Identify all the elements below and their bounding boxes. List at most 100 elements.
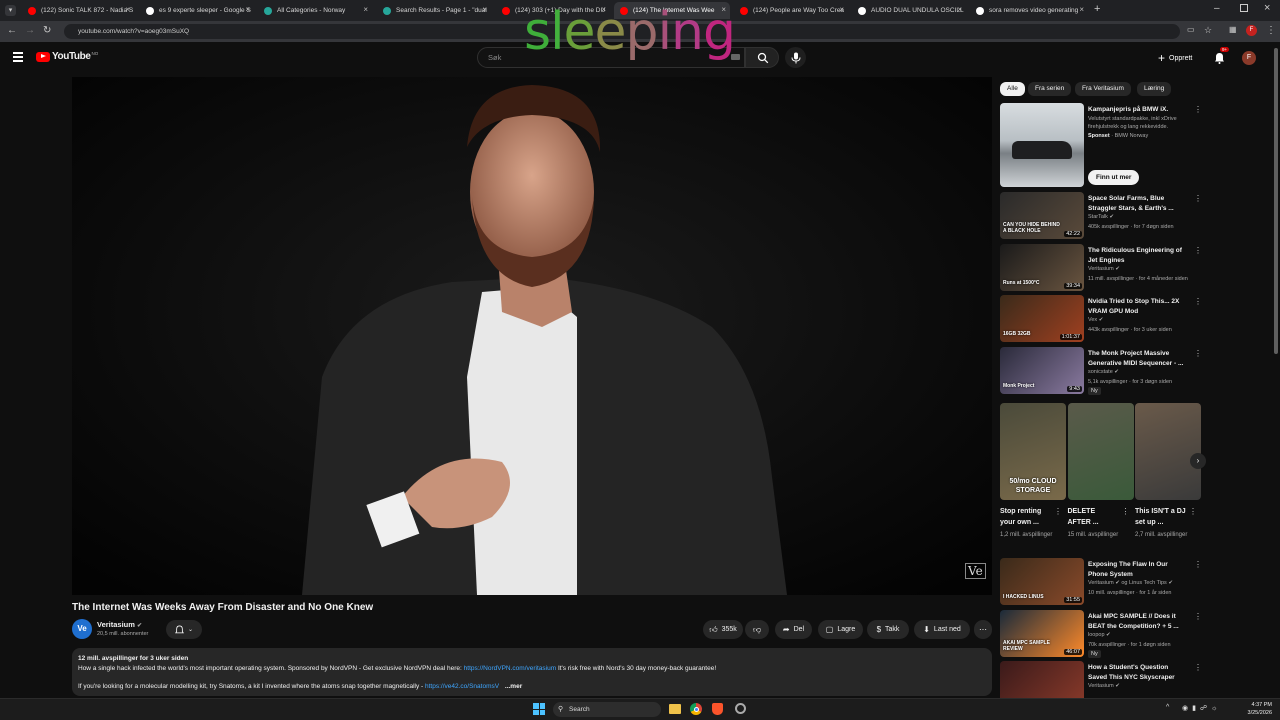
recommended-video[interactable]: 16GB 32GB 1:01:37 Nvidia Tried to Stop Thi… bbox=[1000, 295, 1202, 343]
channel-name[interactable]: StarTalk ✔ bbox=[1088, 212, 1114, 222]
more-options-icon[interactable]: ⋮ bbox=[1194, 560, 1202, 569]
browser-tab[interactable]: (122) Sonic TALK 872 - Nadia S × bbox=[22, 2, 134, 19]
video-player[interactable]: Ve bbox=[72, 77, 992, 595]
notifications-button[interactable]: 9+ bbox=[1214, 47, 1230, 69]
video-title[interactable]: The Ridiculous Engineering of Jet Engine… bbox=[1088, 246, 1188, 266]
short-title[interactable]: DELETE AFTER ... bbox=[1068, 506, 1120, 528]
more-options-icon[interactable]: ⋮ bbox=[1194, 297, 1202, 306]
account-avatar[interactable]: F bbox=[1242, 51, 1256, 65]
video-thumbnail[interactable]: AKAI MPC SAMPLE REVIEW 46:07 bbox=[1000, 609, 1084, 657]
browser-tab[interactable]: All Categories - Norway × bbox=[258, 2, 372, 19]
video-title[interactable]: How a Student's Question Saved This NYC … bbox=[1088, 663, 1188, 683]
reload-icon[interactable]: ↻ bbox=[43, 25, 51, 36]
close-icon[interactable]: × bbox=[839, 5, 844, 14]
chip-from-veritasium[interactable]: Fra Veritasium bbox=[1075, 82, 1131, 96]
video-title[interactable]: Space Solar Farms, Blue Straggler Stars,… bbox=[1088, 194, 1188, 214]
taskbar-search[interactable]: ⚲ Search bbox=[553, 702, 661, 717]
profile-avatar[interactable]: F bbox=[1246, 25, 1257, 36]
chip-from-series[interactable]: Fra serien bbox=[1028, 82, 1072, 96]
channel-name[interactable]: sonicstate ✔ bbox=[1088, 367, 1119, 377]
browser-tab[interactable]: sora removes video generating × bbox=[970, 2, 1088, 19]
chip-learning[interactable]: Læring bbox=[1137, 82, 1172, 96]
voice-search-button[interactable] bbox=[785, 47, 806, 68]
more-options-icon[interactable]: ⋮ bbox=[1194, 612, 1202, 621]
channel-name[interactable]: loopop ✔ bbox=[1088, 630, 1111, 640]
extensions-icon[interactable]: ▦ bbox=[1229, 25, 1237, 34]
video-thumbnail[interactable]: CAN YOU HIDE BEHIND A BLACK HOLE 42:22 bbox=[1000, 192, 1084, 239]
recommended-video[interactable]: CAN YOU HIDE BEHIND A BLACK HOLE 42:22 Spa… bbox=[1000, 192, 1202, 240]
short-thumbnail[interactable] bbox=[1067, 403, 1134, 500]
tray-icons[interactable]: ◉▮☍☼ bbox=[1182, 704, 1221, 712]
hamburger-menu-icon[interactable] bbox=[13, 52, 23, 62]
short-thumbnail[interactable] bbox=[1135, 403, 1201, 500]
more-options-icon[interactable]: ⋮ bbox=[1122, 507, 1130, 516]
tray-chevron-icon[interactable]: ^ bbox=[1166, 704, 1169, 711]
more-options-icon[interactable]: ⋮ bbox=[1194, 105, 1202, 114]
channel-name[interactable]: Vex ✔ bbox=[1088, 315, 1103, 325]
close-icon[interactable]: × bbox=[482, 5, 487, 14]
chrome-icon[interactable] bbox=[690, 703, 702, 715]
subscribe-bell-button[interactable]: ⌄ bbox=[166, 620, 202, 639]
short-card[interactable]: 50/mo CLOUD STORAGE Stop renting your own… bbox=[1000, 403, 1066, 553]
save-button[interactable]: ▢ Lagre bbox=[818, 620, 863, 639]
sponsored-ad[interactable]: Kampanjepris på BMW iX. Velutstyrt stand… bbox=[1000, 103, 1202, 187]
short-card[interactable]: This ISN'T a DJ set up ... 2,7 mill. avsp… bbox=[1135, 403, 1201, 553]
recommended-video[interactable]: Monk Project 9:43 The Monk Project Massive… bbox=[1000, 346, 1202, 395]
video-title[interactable]: Nvidia Tried to Stop This... 2X VRAM GPU… bbox=[1088, 297, 1188, 317]
sponsor-link[interactable]: https://NordVPN.com/veritasium bbox=[464, 665, 556, 672]
channel-name[interactable]: Veritasium ✔ bbox=[97, 620, 142, 629]
search-button[interactable] bbox=[745, 47, 779, 68]
forward-icon[interactable]: → bbox=[25, 25, 35, 36]
short-thumbnail[interactable]: 50/mo CLOUD STORAGE bbox=[1000, 403, 1066, 500]
recommended-video[interactable]: Runs at 1500°C 39:34 The Ridiculous Engine… bbox=[1000, 243, 1202, 292]
more-options-icon[interactable]: ⋮ bbox=[1194, 349, 1202, 358]
bookmark-star-icon[interactable]: ☆ bbox=[1204, 25, 1212, 36]
clock[interactable]: 4:37 PM 3/25/2026 bbox=[1240, 701, 1272, 717]
video-thumbnail[interactable]: Monk Project 9:43 bbox=[1000, 346, 1084, 394]
close-icon[interactable]: × bbox=[1079, 5, 1084, 14]
create-button[interactable]: + Opprett bbox=[1158, 50, 1192, 66]
new-tab-icon[interactable]: + bbox=[1094, 3, 1100, 15]
close-icon[interactable]: × bbox=[125, 5, 130, 14]
short-card[interactable]: DELETE AFTER ... 15 mill. avspillinger ⋮ bbox=[1067, 403, 1134, 553]
close-icon[interactable]: × bbox=[363, 5, 368, 14]
app-icon[interactable] bbox=[735, 703, 746, 714]
dislike-button[interactable]: 👎︎ bbox=[745, 620, 769, 639]
channel-name[interactable]: Veritasium ✔ bbox=[1088, 264, 1120, 274]
more-options-icon[interactable]: ⋮ bbox=[1054, 507, 1062, 516]
channel-name[interactable]: Veritasium ✔ bbox=[1088, 681, 1120, 691]
video-thumbnail[interactable]: 16GB 32GB 1:01:37 bbox=[1000, 295, 1084, 342]
short-title[interactable]: Stop renting your own ... bbox=[1000, 506, 1052, 528]
recommended-video[interactable]: AKAI MPC SAMPLE REVIEW 46:07 Akai MPC SAMP… bbox=[1000, 609, 1202, 658]
video-title[interactable]: Akai MPC SAMPLE // Does it BEAT the Comp… bbox=[1088, 612, 1188, 632]
channel-avatar[interactable]: Ve bbox=[72, 619, 92, 639]
minimize-icon[interactable]: – bbox=[1214, 3, 1220, 14]
browser-tab[interactable]: Search Results - Page 1 - "dual × bbox=[377, 2, 491, 19]
more-options-icon[interactable]: ⋮ bbox=[1194, 194, 1202, 203]
chip-all[interactable]: Alle bbox=[1000, 82, 1025, 96]
ad-thumbnail[interactable] bbox=[1000, 103, 1084, 187]
like-button[interactable]: 👍︎ 355k bbox=[703, 620, 743, 639]
video-thumbnail[interactable]: Runs at 1500°C 39:34 bbox=[1000, 243, 1084, 291]
shorts-next-button[interactable]: › bbox=[1190, 453, 1206, 469]
video-thumbnail[interactable]: I HACKED LINUS 31:55 bbox=[1000, 558, 1084, 605]
tab-search-icon[interactable]: ▾ bbox=[5, 5, 16, 16]
file-explorer-icon[interactable] bbox=[669, 704, 681, 714]
short-title[interactable]: This ISN'T a DJ set up ... bbox=[1135, 506, 1187, 528]
browser-tab[interactable]: AUDIO DUAL UNDULA OSCILL × bbox=[852, 2, 966, 19]
more-options-icon[interactable]: ⋮ bbox=[1189, 507, 1197, 516]
download-button[interactable]: ⬇ Last ned bbox=[914, 620, 970, 639]
show-more-button[interactable]: ...mer bbox=[505, 683, 522, 690]
browser-tab[interactable]: (124) People are Way Too Crea × bbox=[734, 2, 848, 19]
channel-name[interactable]: Veritasium ✔ og Linus Tech Tips ✔ bbox=[1088, 578, 1173, 588]
recommended-video[interactable]: I HACKED LINUS 31:55 Exposing The Flaw In … bbox=[1000, 558, 1202, 606]
more-options-icon[interactable]: ⋮ bbox=[1194, 663, 1202, 672]
start-button-icon[interactable] bbox=[533, 703, 545, 715]
browser-menu-icon[interactable]: ⋮ bbox=[1266, 25, 1276, 36]
window-close-icon[interactable]: × bbox=[1264, 2, 1270, 14]
thanks-button[interactable]: $ Takk bbox=[867, 620, 909, 639]
snatoms-link[interactable]: https://ve42.co/SnatomsV bbox=[425, 683, 499, 690]
video-title[interactable]: The Monk Project Massive Generative MIDI… bbox=[1088, 349, 1188, 369]
cast-icon[interactable]: ▭ bbox=[1187, 25, 1195, 34]
close-icon[interactable]: × bbox=[245, 5, 250, 14]
